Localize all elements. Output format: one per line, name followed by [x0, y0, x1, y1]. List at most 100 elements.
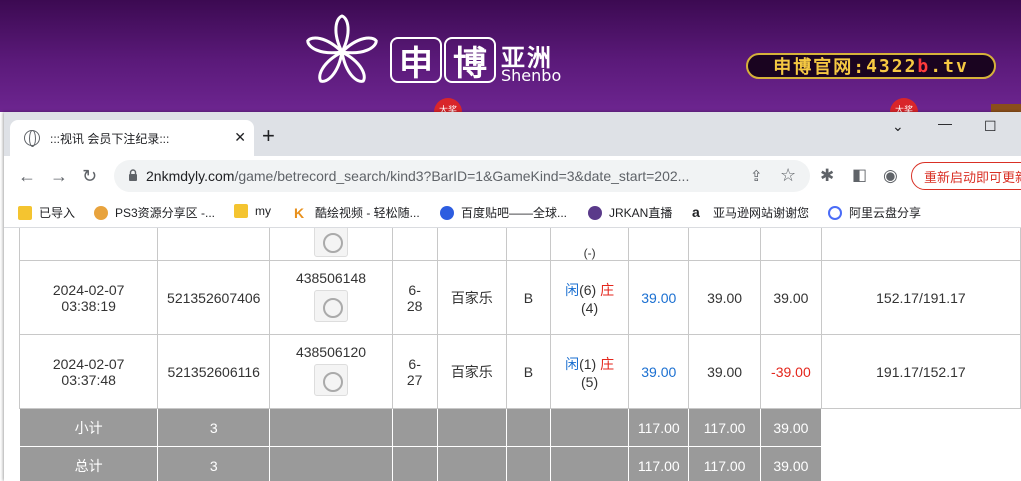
bet-date: 2024-02-07: [52, 355, 125, 372]
subtotal-amount: 117.00: [628, 408, 690, 447]
globe-icon: [24, 130, 40, 147]
bet-id: 521352607406: [157, 260, 271, 335]
jackpot-badge-right[interactable]: 大奖: [890, 98, 918, 112]
back-icon[interactable]: ←: [18, 166, 36, 186]
bet-date: 2024-02-07: [52, 281, 125, 298]
player-points: (6): [579, 281, 597, 298]
video-replay-icon[interactable]: [313, 364, 348, 396]
subtotal-winloss: 39.00: [759, 408, 822, 447]
bookmark-label: JRKAN直播: [609, 206, 673, 220]
maximize-icon[interactable]: ☐: [984, 118, 997, 135]
official-site-pill[interactable]: 申博官网: 4322 b .tv: [746, 53, 996, 79]
total-valid: 117.00: [688, 446, 761, 481]
bookmark-star-icon[interactable]: ☆: [780, 165, 796, 186]
table-row: 2024-02-07 03:38:19 521352607406 43850614…: [18, 260, 1021, 335]
bookmark-label: 阿里云盘分享: [849, 206, 922, 220]
total-row: 总计 3 117.00 117.00 39.00: [18, 446, 1021, 481]
win-loss: 39.00: [759, 260, 822, 335]
balance: 191.17/152.17: [820, 334, 1021, 409]
valid-amount: 39.00: [688, 334, 761, 409]
folder-icon: [234, 204, 248, 218]
bookmark-item[interactable]: PS3资源分享区 -...: [94, 204, 215, 221]
bet-choice: B: [506, 260, 551, 335]
k-site-icon: K: [294, 204, 305, 221]
bet-amount: 39.00: [628, 260, 690, 335]
total-count: 3: [157, 446, 271, 481]
round-b: 28: [406, 297, 423, 314]
jackpot-badge[interactable]: 大奖: [434, 98, 462, 112]
extensions-puzzle-icon[interactable]: ✱: [820, 166, 834, 186]
tab-title: :::视讯 会员下注纪录:::: [50, 131, 170, 146]
round-a: 6-: [408, 355, 421, 372]
game-id-cell: 438506120: [269, 334, 393, 409]
address-bar[interactable]: 2nkmdyly.com/game/betrecord_search/kind3…: [114, 160, 810, 192]
bet-choice: B: [506, 334, 551, 409]
banker-points: (5): [581, 373, 599, 390]
bet-amount: 39.00: [628, 334, 690, 409]
total-winloss: 39.00: [759, 446, 822, 481]
bookmarks-bar: 已导入 PS3资源分享区 -... my K 酷绘视频 - 轻松随... 百度贴吧…: [4, 196, 1021, 228]
bookmark-item[interactable]: 百度贴吧——全球...: [440, 204, 567, 221]
browser-tab[interactable]: :::视讯 会员下注纪录::: ✕: [10, 120, 254, 156]
video-replay-icon[interactable]: [313, 228, 348, 257]
banner-edge-strip: [991, 104, 1021, 112]
jrkan-icon: [588, 205, 602, 220]
round-cell: 6- 28: [391, 260, 438, 335]
url-text[interactable]: 2nkmdyly.com/game/betrecord_search/kind3…: [146, 168, 742, 184]
forward-icon[interactable]: →: [50, 166, 68, 186]
banker-label: 庄: [600, 281, 615, 298]
reload-icon[interactable]: ↻: [82, 166, 97, 186]
side-panel-icon[interactable]: ◧: [852, 166, 867, 186]
subtotal-valid: 117.00: [688, 408, 761, 447]
aliyun-icon: [828, 205, 842, 220]
new-tab-icon[interactable]: +: [262, 125, 275, 147]
bookmark-item[interactable]: my: [234, 204, 271, 218]
bookmark-item[interactable]: 阿里云盘分享: [828, 204, 921, 221]
player-label: 闲: [565, 281, 580, 298]
subtotal-count: 3: [157, 408, 271, 447]
logo-char-2: 博: [444, 37, 496, 84]
bookmark-label: 百度贴吧——全球...: [461, 206, 568, 220]
share-icon[interactable]: ⇪: [750, 167, 763, 185]
result-cell: 闲(6) 庄 (4): [549, 260, 630, 335]
bookmark-item[interactable]: JRKAN直播: [588, 204, 672, 221]
baidu-icon: [440, 205, 454, 220]
video-replay-icon[interactable]: [313, 290, 348, 322]
amazon-icon: a: [692, 203, 700, 220]
total-label: 总计: [18, 446, 159, 481]
minimize-icon[interactable]: —: [938, 115, 952, 131]
bet-time: 03:38:19: [61, 297, 116, 314]
relaunch-update-button[interactable]: 重新启动即可更新: [911, 162, 1021, 190]
site-prefix: 申博官网:: [773, 57, 867, 78]
tab-strip: :::视讯 会员下注纪录::: ✕ + ⌄ — ☐: [4, 112, 1021, 156]
page-content: (-) 2024-02-07 03:38:19 521352607406 4385…: [4, 228, 1021, 481]
browser-window: :::视讯 会员下注纪录::: ✕ + ⌄ — ☐ ← → ↻ 2nkmdyly…: [4, 112, 1021, 481]
site-banner: 申 博 亚洲 Shenbo 申博官网: 4322 b .tv 大奖 大奖: [0, 0, 1021, 112]
game-id-cell: 438506148: [269, 260, 393, 335]
lock-icon: [129, 169, 137, 181]
round-a: 6-: [408, 281, 421, 298]
bet-time: 03:37:48: [61, 371, 116, 388]
close-tab-icon[interactable]: ✕: [234, 129, 246, 146]
profile-avatar-icon[interactable]: ◉: [883, 166, 898, 186]
table-row-partial: (-): [18, 228, 1021, 261]
game-id: 438506120: [295, 344, 367, 360]
tab-search-chevron-icon[interactable]: ⌄: [892, 118, 904, 135]
bookmark-item[interactable]: K 酷绘视频 - 轻松随...: [294, 204, 420, 221]
logo-en-text: Shenbo: [501, 66, 562, 85]
logo-char-1: 申: [390, 37, 442, 84]
game-type: 百家乐: [436, 260, 508, 335]
ps3-site-icon: [94, 205, 108, 220]
balance: 152.17/191.17: [820, 260, 1021, 335]
subtotal-label: 小计: [18, 408, 159, 447]
bet-record-table: (-) 2024-02-07 03:38:19 521352607406 4385…: [18, 228, 1021, 481]
bet-datetime: 2024-02-07 03:37:48: [18, 334, 159, 409]
bookmark-label: my: [255, 204, 271, 218]
bookmark-label: PS3资源分享区 -...: [115, 206, 216, 220]
browser-toolbar: ← → ↻ 2nkmdyly.com/game/betrecord_search…: [4, 156, 1021, 196]
bookmark-item[interactable]: a 亚马逊网站谢谢您: [692, 204, 809, 221]
bookmark-item[interactable]: 已导入: [18, 204, 75, 221]
bookmark-label: 已导入: [39, 206, 76, 220]
valid-amount: 39.00: [688, 260, 761, 335]
shenbo-flower-logo-icon: [306, 14, 378, 83]
